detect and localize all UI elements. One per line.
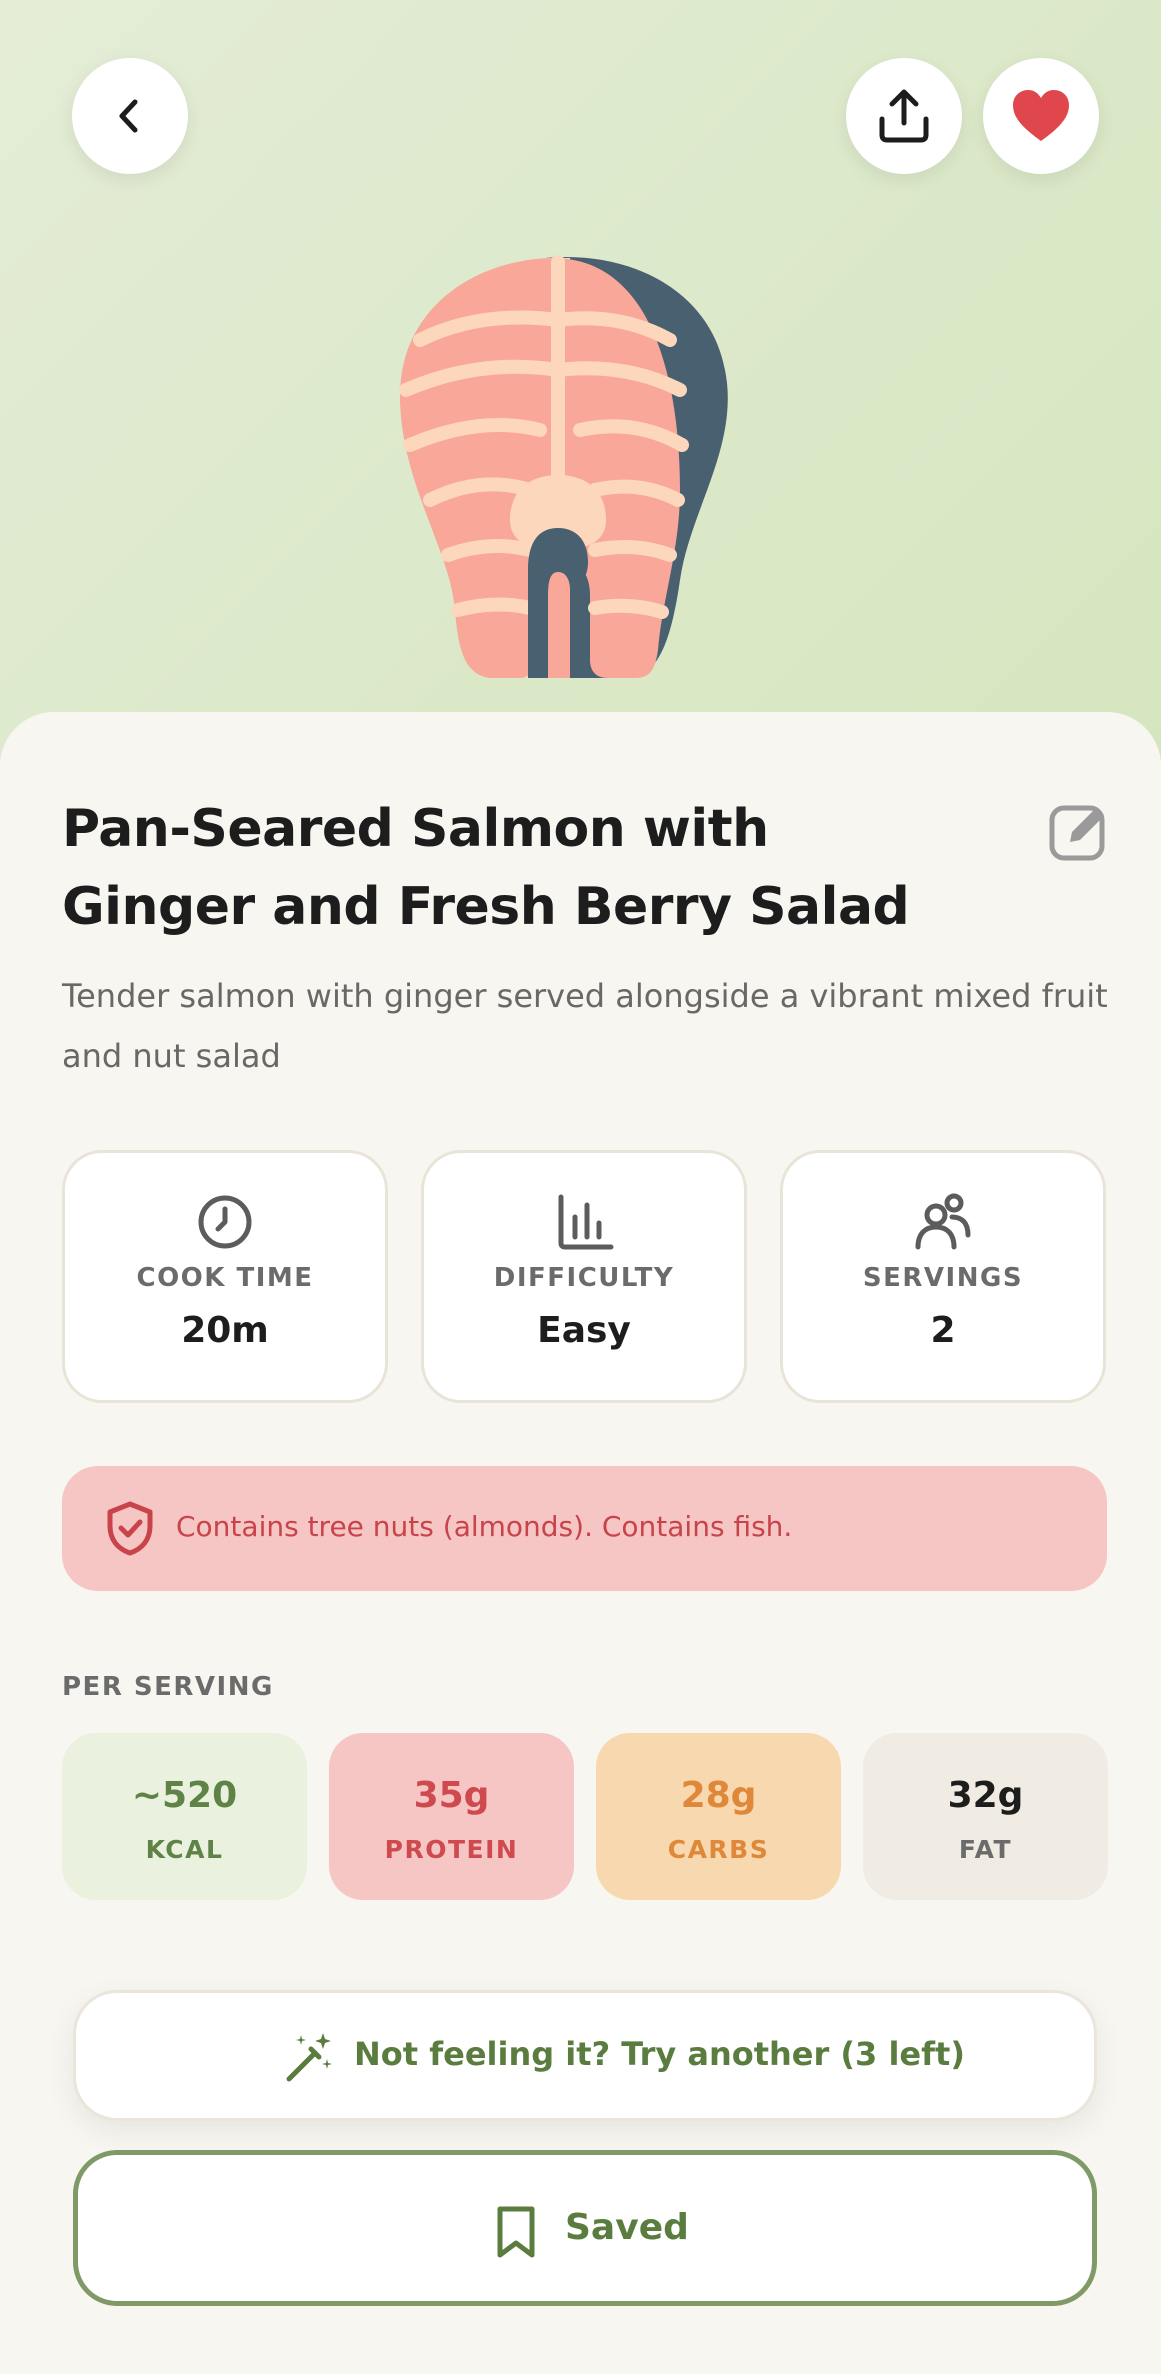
macro-fat: 32g FAT xyxy=(863,1733,1108,1900)
back-button[interactable] xyxy=(72,58,188,174)
macro-kcal: ~520 KCAL xyxy=(62,1733,307,1900)
saved-button[interactable]: Saved xyxy=(73,2150,1097,2306)
share-upload-icon xyxy=(879,89,929,143)
people-icon xyxy=(915,1193,971,1250)
macro-value: 32g xyxy=(947,1775,1024,1816)
macro-protein: 35g PROTEIN xyxy=(329,1733,574,1900)
macro-carbs: 28g CARBS xyxy=(596,1733,841,1900)
stat-difficulty: DIFFICULTY Easy xyxy=(421,1150,747,1403)
per-serving-heading: PER SERVING xyxy=(62,1672,274,1702)
recipe-title: Pan-Seared Salmon with Ginger and Fresh … xyxy=(62,799,910,937)
salmon-illustration xyxy=(399,255,728,678)
clock-icon xyxy=(198,1195,252,1249)
macro-label: PROTEIN xyxy=(384,1835,519,1864)
stat-value: Easy xyxy=(537,1310,631,1351)
recipe-description: Tender salmon with ginger served alongsi… xyxy=(62,977,1108,1075)
macro-value: 35g xyxy=(413,1775,490,1816)
bookmark-icon xyxy=(497,2206,535,2258)
allergy-warning: Contains tree nuts (almonds). Contains f… xyxy=(62,1466,1107,1591)
stat-value: 20m xyxy=(181,1310,269,1351)
stat-servings: SERVINGS 2 xyxy=(780,1150,1106,1403)
saved-label: Saved xyxy=(565,2207,689,2248)
macro-label: FAT xyxy=(958,1835,1013,1864)
stat-label: COOK TIME xyxy=(136,1263,314,1293)
try-another-button[interactable]: Not feeling it? Try another (3 left) xyxy=(73,1990,1097,2121)
try-another-label: Not feeling it? Try another (3 left) xyxy=(354,2035,965,2073)
magic-wand-icon xyxy=(286,2033,332,2082)
favorite-button[interactable] xyxy=(983,58,1099,174)
stat-label: DIFFICULTY xyxy=(493,1263,675,1293)
allergy-text: Contains tree nuts (almonds). Contains f… xyxy=(176,1510,793,1543)
hero-banner xyxy=(0,0,1161,760)
edit-icon xyxy=(1049,805,1105,861)
stat-cook-time: COOK TIME 20m xyxy=(62,1150,388,1403)
edit-button[interactable] xyxy=(1048,800,1110,862)
shield-check-icon xyxy=(107,1501,153,1556)
macro-label: KCAL xyxy=(145,1835,224,1864)
share-button[interactable] xyxy=(846,58,962,174)
bar-chart-icon xyxy=(558,1194,614,1250)
stat-label: SERVINGS xyxy=(862,1263,1024,1293)
heart-icon xyxy=(1013,90,1069,141)
macro-value: 28g xyxy=(680,1775,757,1816)
chevron-left-icon xyxy=(119,99,138,133)
stat-value: 2 xyxy=(930,1310,956,1351)
macro-label: CARBS xyxy=(667,1835,770,1864)
macro-value: ~520 xyxy=(131,1775,238,1816)
